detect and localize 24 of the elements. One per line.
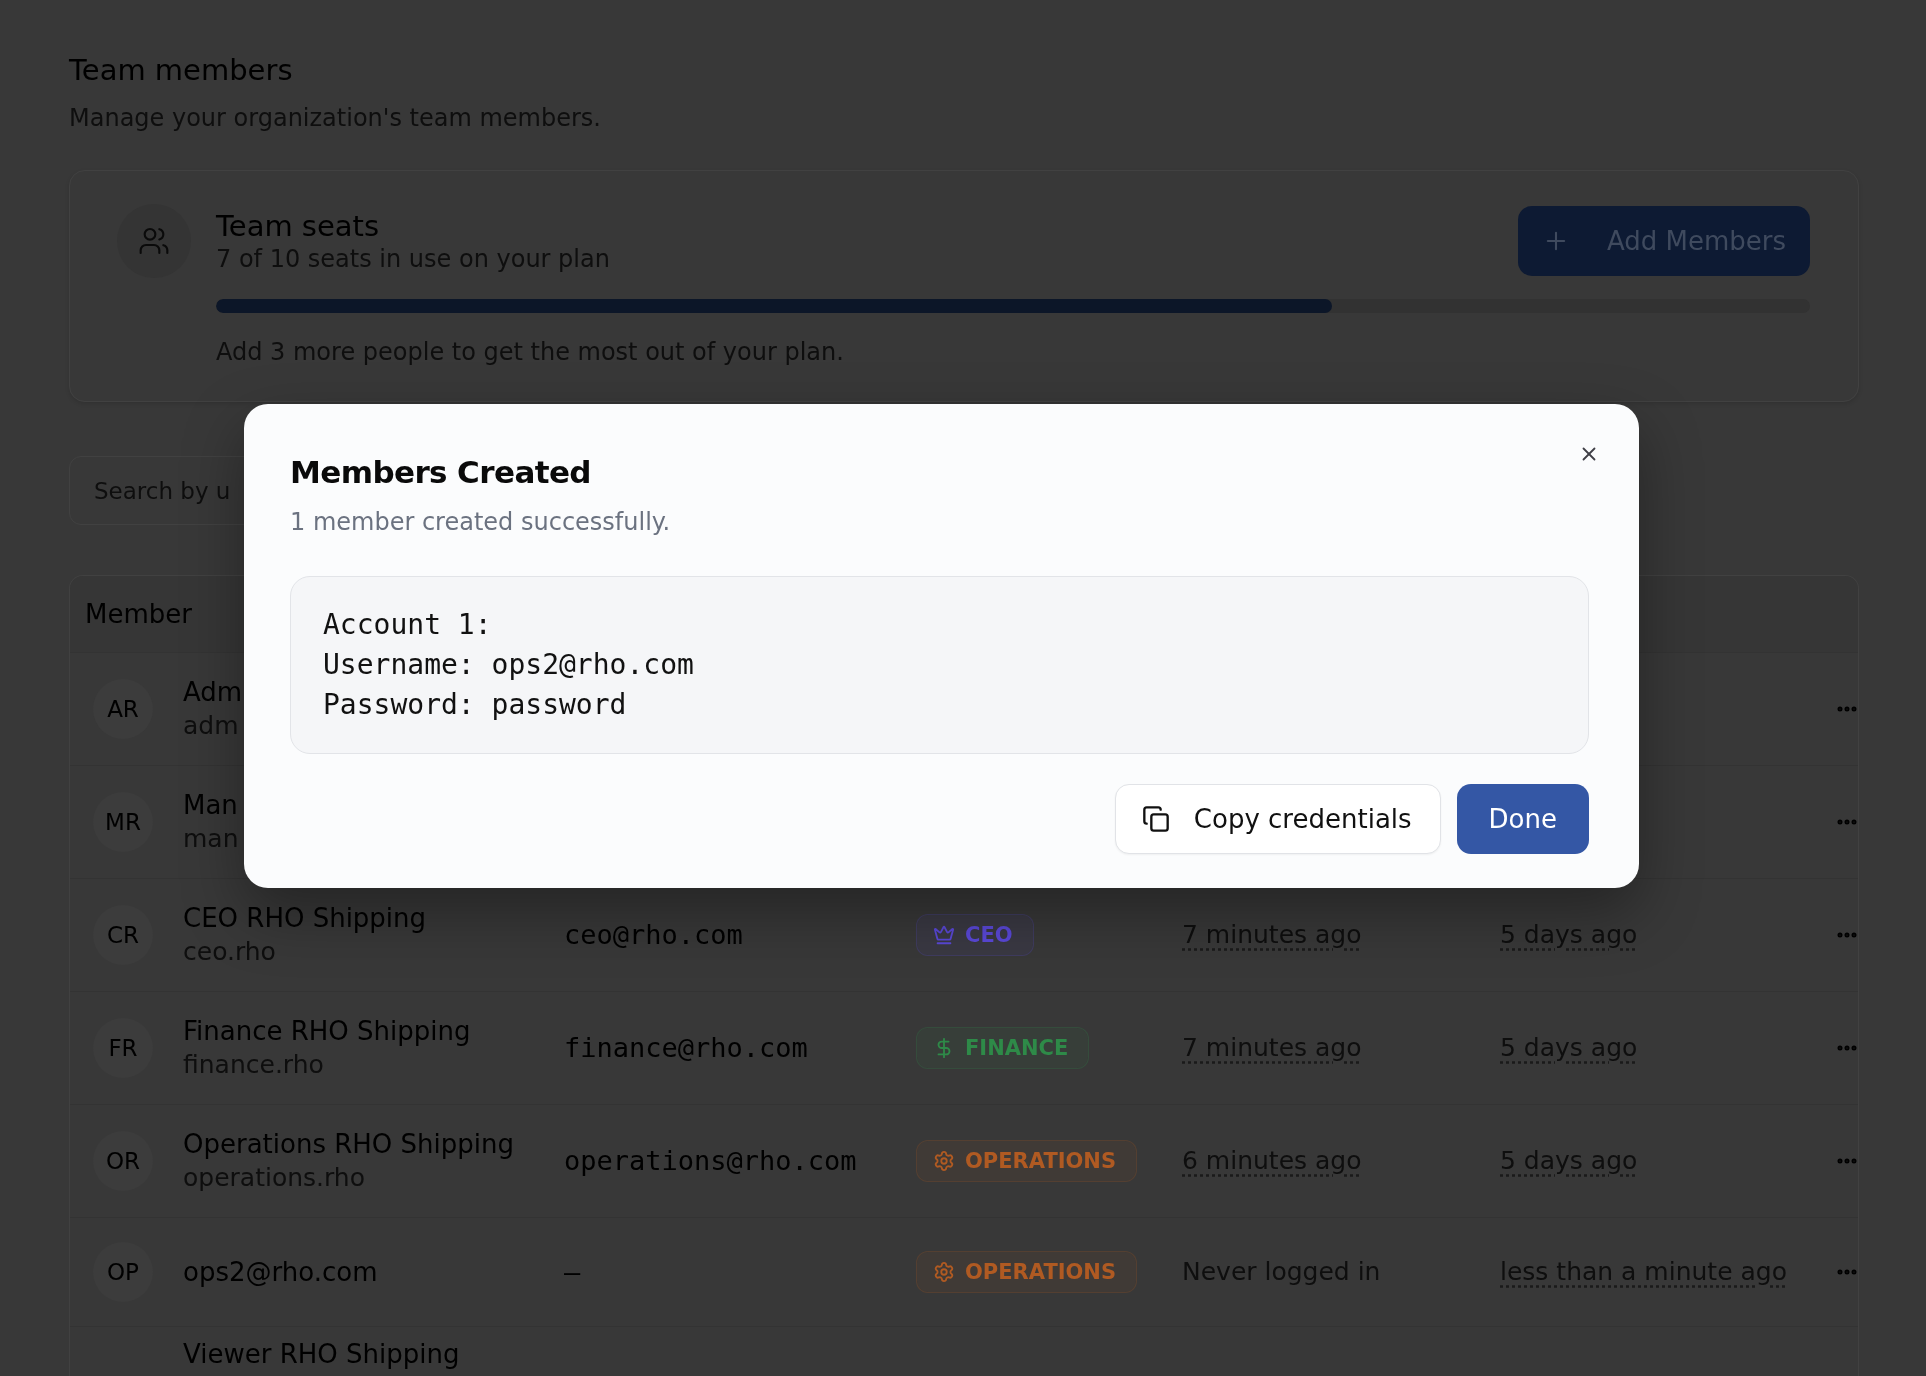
member-name: Viewer RHO Shipping bbox=[183, 1339, 460, 1369]
credential-line: Account 1: bbox=[323, 607, 492, 643]
avatar: FR bbox=[93, 1018, 153, 1078]
member-email: finance@rho.com bbox=[564, 1032, 808, 1064]
avatar: AR bbox=[93, 679, 153, 739]
role-label: FINANCE bbox=[965, 1035, 1069, 1061]
member-name: ops2@rho.com bbox=[183, 1257, 378, 1287]
member-email: — bbox=[564, 1256, 581, 1288]
credential-line: Username: ops2@rho.com bbox=[323, 647, 694, 683]
avatar: OR bbox=[93, 1131, 153, 1191]
seats-title: Team seats bbox=[216, 208, 380, 244]
role-label: CEO bbox=[965, 922, 1013, 948]
avatar: OP bbox=[93, 1242, 153, 1302]
page-title: Team members bbox=[69, 52, 293, 88]
credential-line: Password: password bbox=[323, 687, 627, 723]
dialog-message: 1 member created successfully. bbox=[290, 507, 671, 538]
member-name: Operations RHO Shipping bbox=[183, 1129, 514, 1159]
role-label: OPERATIONS bbox=[965, 1148, 1117, 1174]
avatar: MR bbox=[93, 792, 153, 852]
avatar: CR bbox=[93, 905, 153, 965]
member-name: Finance RHO Shipping bbox=[183, 1016, 471, 1046]
dialog-title: Members Created bbox=[290, 453, 591, 492]
member-email: operations@rho.com bbox=[564, 1145, 857, 1177]
role-label: OPERATIONS bbox=[965, 1259, 1117, 1285]
